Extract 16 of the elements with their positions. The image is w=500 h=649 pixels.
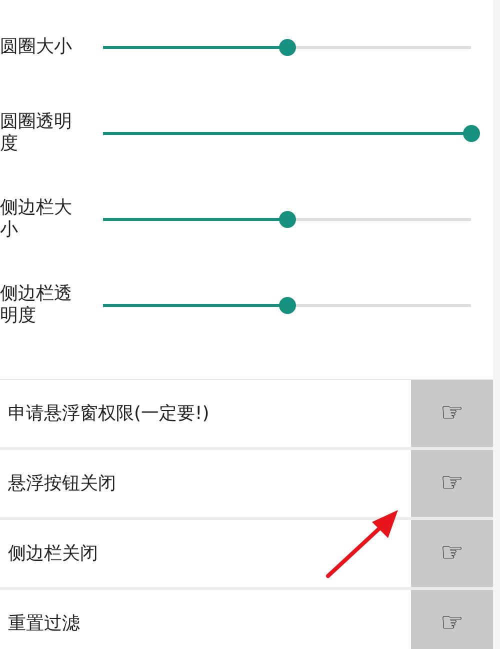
slider-label: 侧边栏透明度 — [0, 283, 73, 327]
action-label: 重置过滤 — [8, 612, 80, 636]
slider-label: 侧边栏大小 — [0, 197, 73, 241]
pointing-hand-button[interactable]: ☞ — [411, 380, 493, 447]
pointing-hand-button[interactable]: ☞ — [411, 520, 493, 587]
slider-thumb[interactable] — [463, 124, 480, 142]
action-label: 侧边栏关闭 — [8, 542, 98, 566]
slider-label: 圆圈透明度 — [0, 111, 73, 155]
action-label: 申请悬浮窗权限(一定要!) — [8, 402, 210, 426]
slider-label: 圆圈大小 — [0, 36, 73, 58]
pointing-hand-button[interactable]: ☞ — [411, 450, 493, 517]
slider-thumb[interactable] — [279, 210, 296, 228]
slider-thumb[interactable] — [279, 296, 296, 314]
slider-thumb[interactable] — [279, 38, 296, 56]
pointing-hand-button[interactable]: ☞ — [411, 590, 493, 649]
action-label: 悬浮按钮关闭 — [8, 472, 116, 496]
